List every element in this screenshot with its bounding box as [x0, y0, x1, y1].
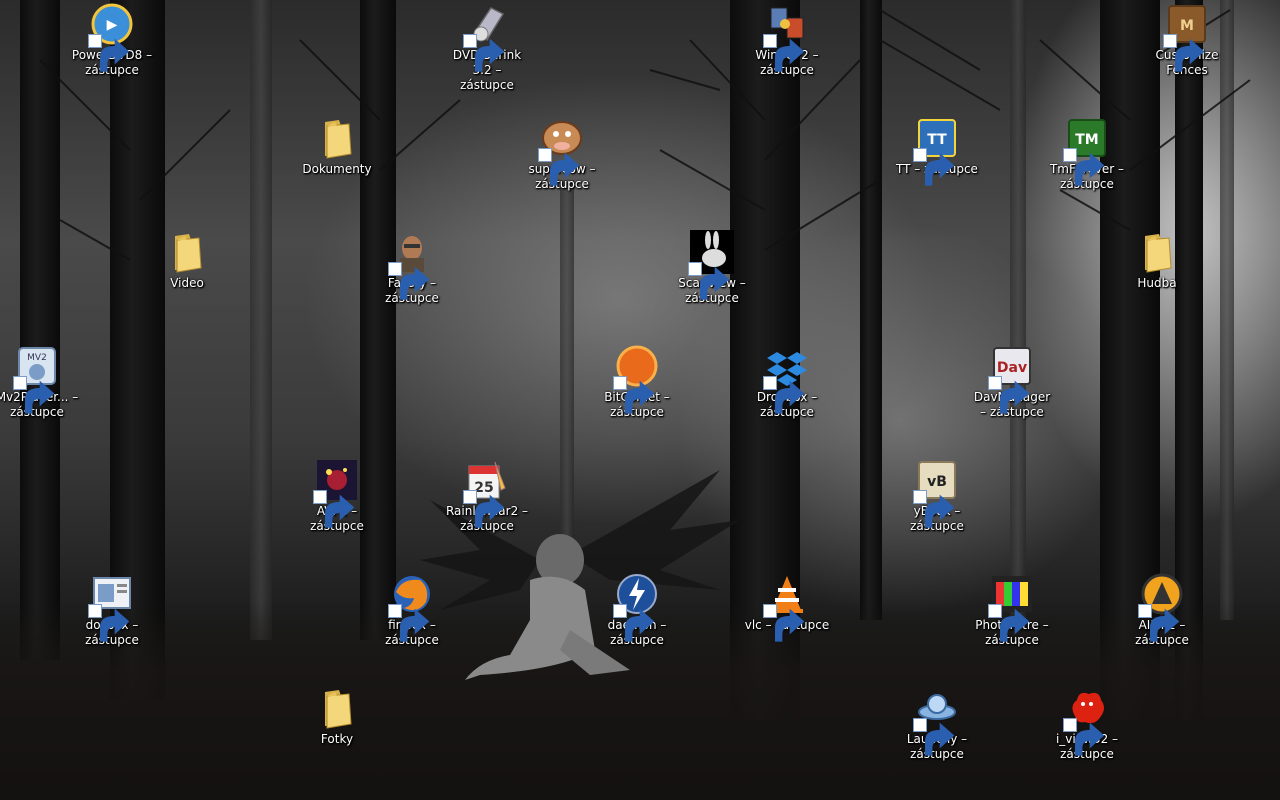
powerdvd-icon: ▶ — [88, 2, 134, 72]
folder-icon — [1135, 230, 1179, 274]
desktop-icon-supercow[interactable]: supercow – zástupce — [517, 116, 607, 192]
shortcut-arrow-icon — [463, 490, 505, 528]
desktop-icon-fences[interactable]: MCustomize Fences — [1142, 2, 1232, 78]
shortcut-arrow-icon — [763, 604, 805, 642]
desktop-icon-folder[interactable]: Video — [142, 230, 232, 291]
supercow-icon — [538, 116, 584, 186]
svg-text:TT: TT — [927, 132, 947, 148]
svg-text:MV2: MV2 — [27, 353, 47, 363]
desktop-icon-label: Hudba — [1137, 276, 1177, 290]
aimp-icon — [1138, 572, 1184, 642]
dvdshrink-icon — [463, 2, 509, 72]
shortcut-arrow-icon — [913, 148, 955, 186]
shortcut-arrow-icon — [763, 34, 805, 72]
firefox-icon — [388, 572, 434, 642]
mv2player-icon: MV2 — [13, 344, 59, 414]
shortcut-arrow-icon — [988, 604, 1030, 642]
desktop-icon-folder[interactable]: Fotky — [292, 686, 382, 747]
desktop-icon-daemon[interactable]: daemon – zástupce — [592, 572, 682, 648]
shortcut-arrow-icon — [88, 604, 130, 642]
shortcut-arrow-icon — [13, 376, 55, 414]
desktop-icon-firefox[interactable]: firefox – zástupce — [367, 572, 457, 648]
desktop-icon-label: Fotky — [320, 732, 354, 746]
desktop-icon-mv2player[interactable]: MV2Mv2Player... – zástupce — [0, 344, 82, 420]
shortcut-arrow-icon — [388, 604, 430, 642]
tmforever-icon: TM — [1063, 116, 1109, 186]
desktop-icon-dosbox[interactable]: dosbox – zástupce — [67, 572, 157, 648]
svg-text:TM: TM — [1075, 132, 1098, 148]
desktop-icon-dvdshrink[interactable]: DVD Shrink 3.2 – zástupce — [442, 2, 532, 93]
desktop-icon-folder[interactable]: Dokumenty — [292, 116, 382, 177]
desktop-icon-vlc[interactable]: vlc – zástupce — [742, 572, 832, 642]
shortcut-arrow-icon — [613, 376, 655, 414]
shortcut-arrow-icon — [88, 34, 130, 72]
desktop-icon-ybook[interactable]: vByBook – zástupce — [892, 458, 982, 534]
winscp-icon — [763, 2, 809, 72]
rainlendar-icon: 25 — [463, 458, 509, 528]
bitcomet-icon — [613, 344, 659, 414]
avp2-icon — [313, 458, 359, 528]
desktop-icon-rainlendar[interactable]: 25Rainlendar2 – zástupce — [442, 458, 532, 534]
desktop-icon-scanview[interactable]: ScanView – zástupce — [667, 230, 757, 306]
shortcut-arrow-icon — [1063, 718, 1105, 756]
desktop-icon-bitcomet[interactable]: BitComet – zástupce — [592, 344, 682, 420]
desktop-icon-davmanager[interactable]: DavDavManager – zástupce — [967, 344, 1057, 420]
dosbox-icon — [88, 572, 134, 642]
shortcut-arrow-icon — [1138, 604, 1180, 642]
dropbox-icon — [763, 344, 809, 414]
shortcut-arrow-icon — [688, 262, 730, 300]
shortcut-arrow-icon — [388, 262, 430, 300]
shortcut-arrow-icon — [763, 376, 805, 414]
svg-text:vB: vB — [927, 474, 947, 490]
shortcut-arrow-icon — [313, 490, 355, 528]
folder-icon — [315, 686, 359, 730]
tt-icon: TT — [913, 116, 959, 186]
scanview-icon — [688, 230, 734, 300]
desktop-icon-winscp[interactable]: WinSCP2 – zástupce — [742, 2, 832, 78]
shortcut-arrow-icon — [463, 34, 505, 72]
photofiltre-icon — [988, 572, 1034, 642]
vlc-icon — [763, 572, 809, 642]
irfanview-icon — [1063, 686, 1109, 756]
shortcut-arrow-icon — [988, 376, 1030, 414]
shortcut-arrow-icon — [913, 718, 955, 756]
shortcut-arrow-icon — [1063, 148, 1105, 186]
launchy-icon — [913, 686, 959, 756]
ybook-icon: vB — [913, 458, 959, 528]
desktop-icon-irfanview[interactable]: i_view32 – zástupce — [1042, 686, 1132, 762]
svg-text:▶: ▶ — [107, 17, 118, 33]
desktop-icon-folder[interactable]: Hudba — [1112, 230, 1202, 291]
fences-icon: M — [1163, 2, 1209, 72]
desktop-icon-dropbox[interactable]: Dropbox – zástupce — [742, 344, 832, 420]
svg-text:Dav: Dav — [997, 360, 1027, 376]
desktop-icon-label: Video — [170, 276, 204, 290]
shortcut-arrow-icon — [613, 604, 655, 642]
desktop[interactable]: ▶PowerDVD8 – zástupce DVD Shrink 3.2 – zá… — [0, 0, 1280, 800]
farcry-icon — [388, 230, 434, 300]
shortcut-arrow-icon — [538, 148, 580, 186]
daemon-icon — [613, 572, 659, 642]
desktop-icon-tt[interactable]: TT TT – zástupce — [892, 116, 982, 186]
desktop-icon-tmforever[interactable]: TMTmForever – zástupce — [1042, 116, 1132, 192]
desktop-icon-launchy[interactable]: Launchy – zástupce — [892, 686, 982, 762]
desktop-icon-photofiltre[interactable]: PhotoFiltre – zástupce — [967, 572, 1057, 648]
davmanager-icon: Dav — [988, 344, 1034, 414]
svg-text:M: M — [1180, 18, 1194, 34]
desktop-icon-farcry[interactable]: FarCry – zástupce — [367, 230, 457, 306]
folder-icon — [315, 116, 359, 160]
desktop-icon-powerdvd[interactable]: ▶PowerDVD8 – zástupce — [67, 2, 157, 78]
folder-icon — [165, 230, 209, 274]
shortcut-arrow-icon — [1163, 34, 1205, 72]
desktop-icon-avp2[interactable]: AVP2 – zástupce — [292, 458, 382, 534]
desktop-icon-label: Dokumenty — [302, 162, 372, 176]
desktop-icon-aimp[interactable]: AIMP2 – zástupce — [1117, 572, 1207, 648]
shortcut-arrow-icon — [913, 490, 955, 528]
